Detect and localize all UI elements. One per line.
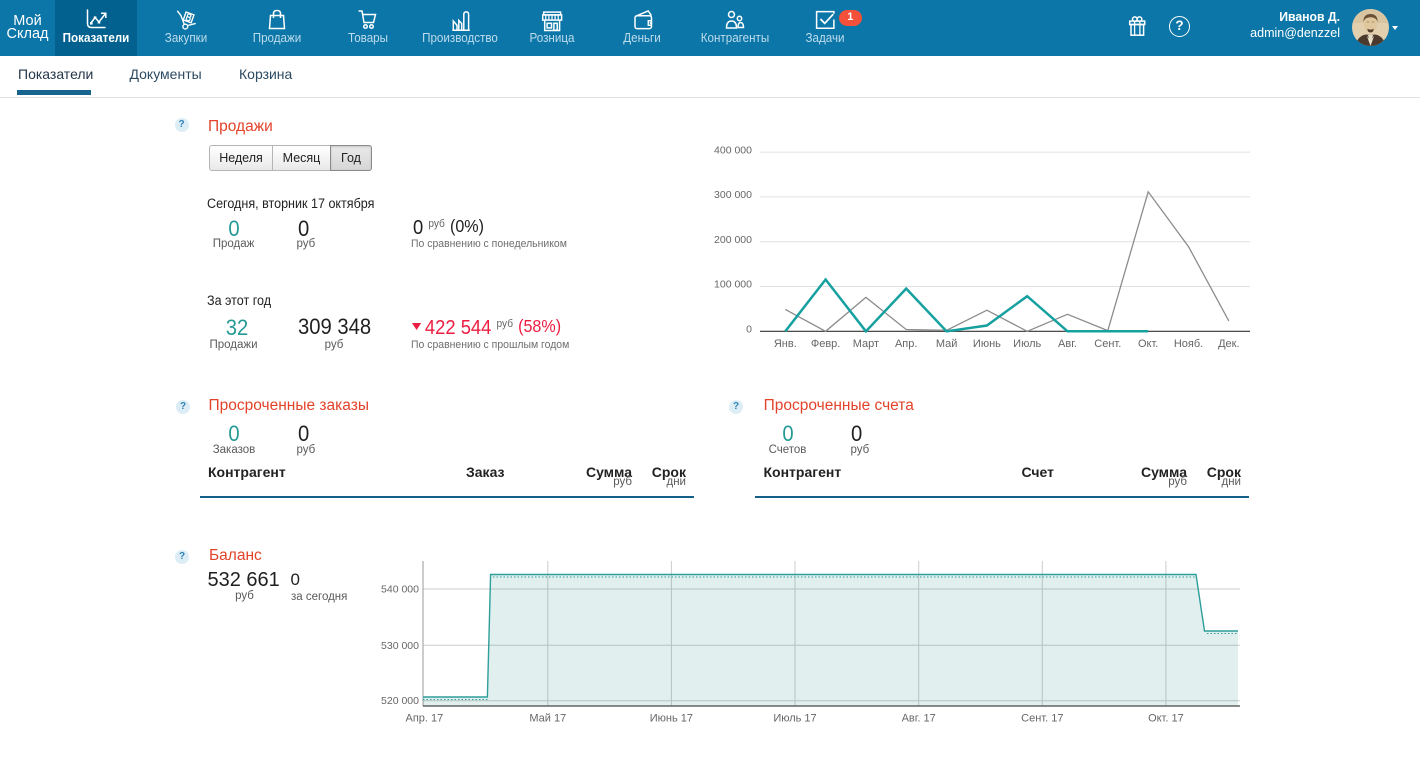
svg-text:530 000: 530 000 xyxy=(381,640,419,652)
svg-text:Февр.: Февр. xyxy=(811,338,841,350)
svg-text:0: 0 xyxy=(746,324,752,336)
svg-text:Окт. 17: Окт. 17 xyxy=(1148,713,1184,725)
svg-text:100 000: 100 000 xyxy=(714,279,752,291)
svg-text:400 000: 400 000 xyxy=(714,144,752,156)
svg-text:Май 17: Май 17 xyxy=(529,713,566,725)
svg-text:Сент. 17: Сент. 17 xyxy=(1021,713,1063,725)
svg-text:Апр.: Апр. xyxy=(895,338,917,350)
svg-text:Янв.: Янв. xyxy=(774,338,797,350)
svg-text:Авг. 17: Авг. 17 xyxy=(902,713,936,725)
svg-text:Авг.: Авг. xyxy=(1058,338,1077,350)
svg-text:520 000: 520 000 xyxy=(381,695,419,707)
svg-text:540 000: 540 000 xyxy=(381,584,419,596)
svg-text:Июнь: Июнь xyxy=(973,338,1001,350)
svg-text:Май: Май xyxy=(936,338,958,350)
svg-text:Окт.: Окт. xyxy=(1138,338,1158,350)
svg-text:Июль: Июль xyxy=(1013,338,1041,350)
svg-text:200 000: 200 000 xyxy=(714,234,752,246)
svg-text:Июнь 17: Июнь 17 xyxy=(650,713,693,725)
svg-text:Нояб.: Нояб. xyxy=(1174,338,1203,350)
svg-text:Сент.: Сент. xyxy=(1094,338,1121,350)
svg-text:300 000: 300 000 xyxy=(714,189,752,201)
svg-text:Июль 17: Июль 17 xyxy=(773,713,816,725)
svg-text:Дек.: Дек. xyxy=(1218,338,1239,350)
svg-text:Март: Март xyxy=(853,338,879,350)
svg-text:Апр. 17: Апр. 17 xyxy=(406,713,444,725)
